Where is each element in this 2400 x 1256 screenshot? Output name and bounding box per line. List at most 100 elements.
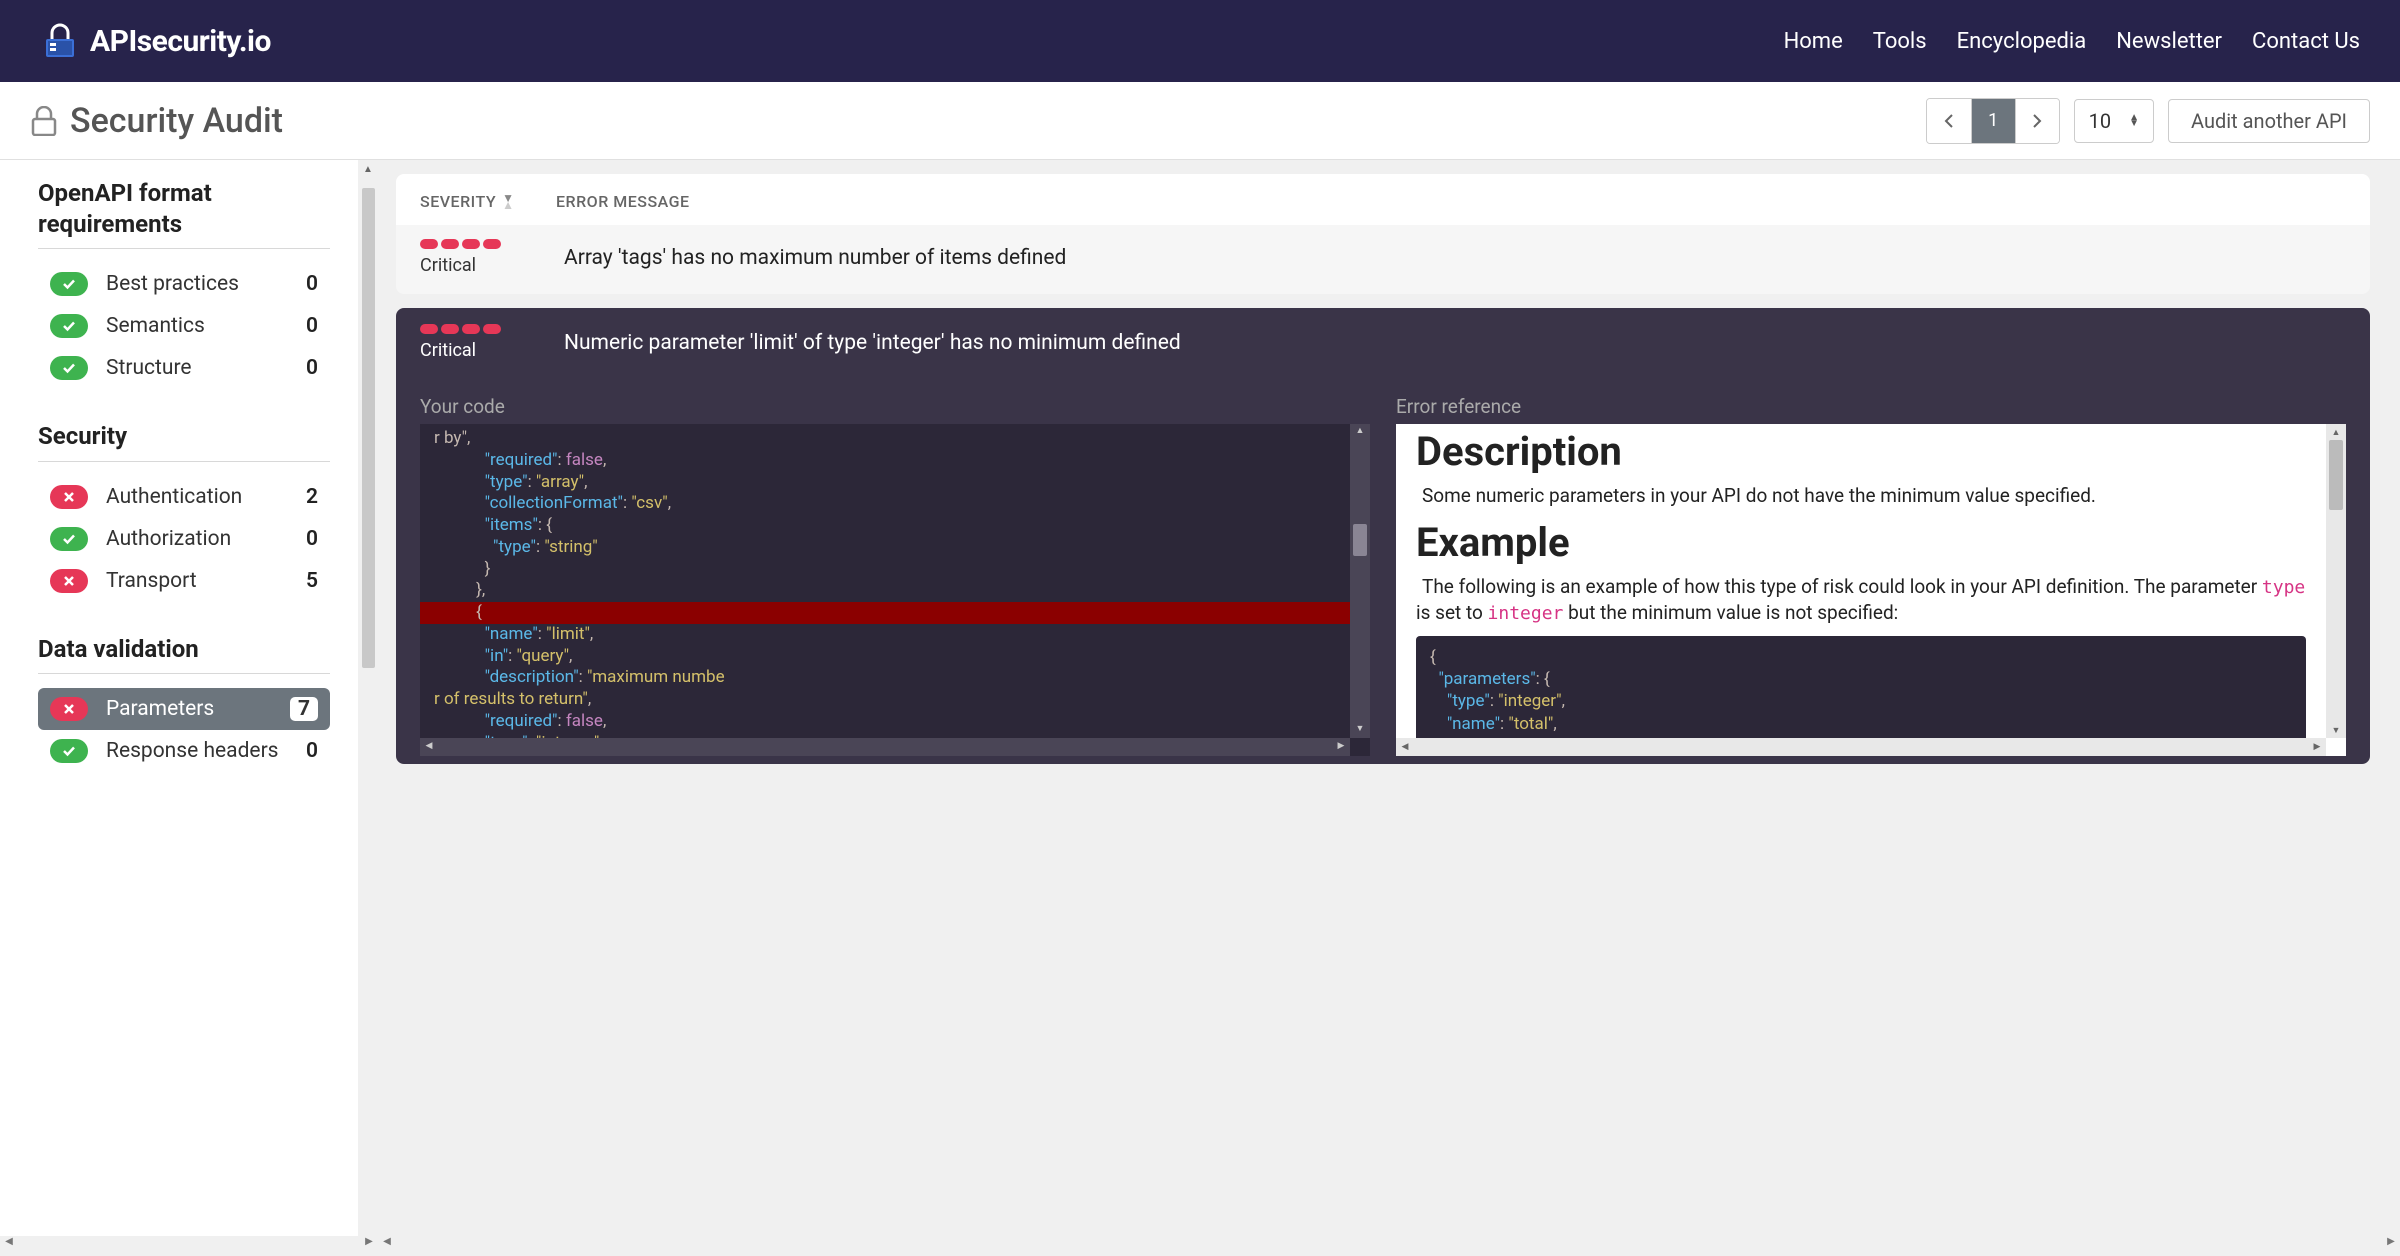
logo-text: APIsecurity.io — [90, 24, 271, 59]
nav-tools[interactable]: Tools — [1873, 29, 1927, 54]
main-area: OpenAPI format requirements Best practic… — [0, 160, 2400, 1256]
section-title-data-validation: Data validation — [38, 634, 330, 665]
section-title-openapi: OpenAPI format requirements — [38, 178, 330, 240]
ref-heading-description: Description — [1416, 428, 2306, 475]
ref-v-scrollbar[interactable]: ▲ ▼ — [2326, 424, 2346, 738]
scroll-up-icon[interactable]: ▲ — [2326, 424, 2346, 440]
scrollbar-thumb[interactable] — [2329, 440, 2343, 510]
code-content[interactable]: r by", "required": false, "type": "array… — [420, 424, 1350, 738]
issue-table-header: SEVERITY ▼▲ ERROR MESSAGE — [396, 174, 2370, 225]
your-code-box: r by", "required": false, "type": "array… — [420, 424, 1370, 756]
sidebar-item-label: Structure — [106, 356, 306, 380]
bottom-scrollbar-area: ◀ ▶ ◀ ▶ — [0, 1236, 2400, 1256]
severity-label: Critical — [420, 255, 564, 276]
severity-pills — [420, 239, 564, 249]
sidebar-item-label: Authentication — [106, 485, 306, 509]
scrollbar-thumb[interactable] — [1353, 524, 1367, 556]
issue-row-expanded[interactable]: Critical Numeric parameter 'limit' of ty… — [396, 308, 2370, 377]
sidebar-item-count: 5 — [306, 569, 318, 593]
pager-next[interactable] — [2015, 99, 2059, 143]
sidebar: OpenAPI format requirements Best practic… — [0, 160, 358, 1256]
pager-prev[interactable] — [1927, 99, 1971, 143]
sidebar-item-label: Response headers — [106, 739, 306, 763]
divider — [38, 673, 330, 674]
sidebar-item-label: Transport — [106, 569, 306, 593]
col-severity[interactable]: SEVERITY — [420, 192, 496, 211]
ref-h-scrollbar[interactable]: ◀ ▶ — [1396, 738, 2326, 756]
content: SEVERITY ▼▲ ERROR MESSAGE Critical Array… — [378, 160, 2400, 1256]
content-h-scrollbar[interactable]: ◀ ▶ — [378, 1236, 2400, 1256]
scroll-down-icon[interactable]: ▼ — [1350, 722, 1370, 738]
error-reference-box: Description Some numeric parameters in y… — [1396, 424, 2346, 756]
sidebar-item-authentication[interactable]: Authentication 2 — [38, 476, 330, 518]
code-v-scrollbar[interactable]: ▲ ▼ — [1350, 424, 1370, 738]
scroll-up-icon[interactable]: ▲ — [1350, 424, 1370, 440]
sidebar-item-count: 2 — [306, 485, 318, 509]
scroll-left-icon[interactable]: ◀ — [1396, 738, 1414, 756]
divider — [38, 461, 330, 462]
nav-newsletter[interactable]: Newsletter — [2116, 29, 2222, 54]
lock-icon — [30, 106, 58, 136]
sidebar-item-count: 0 — [306, 527, 318, 551]
per-page-select[interactable]: 10 ▲▼ — [2074, 99, 2154, 143]
sidebar-item-count: 0 — [306, 272, 318, 296]
scroll-right-icon[interactable]: ▶ — [1332, 738, 1350, 756]
divider — [38, 248, 330, 249]
error-reference-label: Error reference — [1396, 395, 2346, 418]
sidebar-item-structure[interactable]: Structure 0 — [38, 347, 330, 389]
ref-heading-example: Example — [1416, 519, 2306, 566]
severity-label: Critical — [420, 340, 564, 361]
sidebar-item-semantics[interactable]: Semantics 0 — [38, 305, 330, 347]
check-icon — [50, 314, 88, 338]
scroll-down-icon[interactable]: ▼ — [2326, 722, 2346, 738]
reference-content[interactable]: Description Some numeric parameters in y… — [1396, 424, 2326, 738]
sidebar-item-count: 0 — [306, 739, 318, 763]
check-icon — [50, 356, 88, 380]
nav-links: Home Tools Encyclopedia Newsletter Conta… — [1784, 29, 2360, 54]
check-icon — [50, 272, 88, 296]
subheader: Security Audit 1 10 ▲▼ Audit another API — [0, 82, 2400, 160]
x-icon — [50, 697, 88, 721]
nav-encyclopedia[interactable]: Encyclopedia — [1957, 29, 2087, 54]
sidebar-h-scrollbar[interactable]: ◀ ▶ — [0, 1236, 378, 1256]
sidebar-item-best-practices[interactable]: Best practices 0 — [38, 263, 330, 305]
check-icon — [50, 527, 88, 551]
audit-another-button[interactable]: Audit another API — [2168, 99, 2370, 143]
issue-detail-panel: Your code r by", "required": false, "typ… — [396, 377, 2370, 764]
x-icon — [50, 569, 88, 593]
your-code-label: Your code — [420, 395, 1370, 418]
issue-row[interactable]: Critical Array 'tags' has no maximum num… — [396, 225, 2370, 294]
scrollbar-thumb[interactable] — [362, 188, 375, 668]
logo[interactable]: APIsecurity.io — [40, 21, 271, 61]
sidebar-item-transport[interactable]: Transport 5 — [38, 560, 330, 602]
x-icon — [50, 485, 88, 509]
sort-icon[interactable]: ▼▲ — [502, 195, 514, 209]
ref-description-text: Some numeric parameters in your API do n… — [1416, 483, 2306, 509]
section-title-security: Security — [38, 421, 330, 452]
sidebar-item-label: Best practices — [106, 272, 306, 296]
content-v-scrollbar[interactable] — [2380, 160, 2400, 1236]
per-page-value: 10 — [2089, 109, 2111, 133]
chevron-left-icon — [1944, 114, 1954, 128]
nav-contact[interactable]: Contact Us — [2252, 29, 2360, 54]
scroll-right-icon[interactable]: ▶ — [2308, 738, 2326, 756]
pager-page-current[interactable]: 1 — [1971, 99, 2015, 143]
sidebar-item-response-headers[interactable]: Response headers 0 — [38, 730, 330, 772]
sidebar-item-label: Parameters — [106, 697, 290, 721]
scroll-up-icon[interactable]: ▲ — [358, 160, 378, 178]
nav-home[interactable]: Home — [1784, 29, 1843, 54]
ref-code-block: { "parameters": { "type": "integer", "na… — [1416, 636, 2306, 738]
ref-example-text: The following is an example of how this … — [1416, 574, 2306, 627]
chevron-right-icon — [2032, 114, 2042, 128]
scroll-left-icon[interactable]: ◀ — [420, 738, 438, 756]
page-title: Security Audit — [70, 101, 283, 141]
col-message: ERROR MESSAGE — [556, 192, 690, 211]
check-icon — [50, 739, 88, 763]
sidebar-item-label: Authorization — [106, 527, 306, 551]
sidebar-item-parameters[interactable]: Parameters 7 — [38, 688, 330, 730]
sidebar-item-label: Semantics — [106, 314, 306, 338]
sidebar-item-authorization[interactable]: Authorization 0 — [38, 518, 330, 560]
sidebar-scrollbar[interactable]: ▲ ▼ — [358, 160, 378, 1256]
code-h-scrollbar[interactable]: ◀ ▶ — [420, 738, 1350, 756]
issue-message: Array 'tags' has no maximum number of it… — [564, 246, 2346, 270]
